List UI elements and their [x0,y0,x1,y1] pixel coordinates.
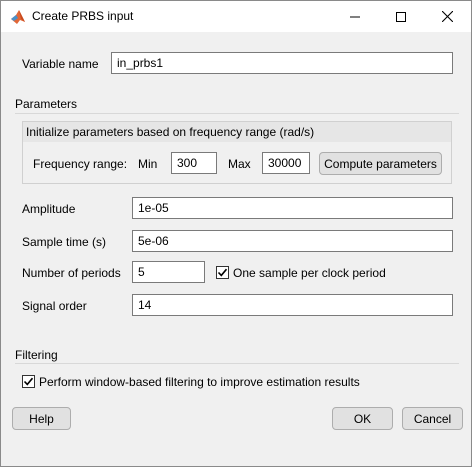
amplitude-label: Amplitude [22,202,76,216]
cancel-button[interactable]: Cancel [402,407,463,430]
variable-name-field[interactable]: in_prbs1 [111,52,453,74]
minimize-icon [350,16,360,17]
number-of-periods-field[interactable]: 5 [132,261,205,283]
minimize-button[interactable] [332,1,378,32]
one-sample-checkbox[interactable] [216,266,229,279]
signal-order-field[interactable]: 14 [132,294,453,316]
frequency-group-title: Initialize parameters based on frequency… [26,125,315,139]
ok-button[interactable]: OK [332,407,393,430]
max-frequency-field[interactable]: 30000 [262,152,310,174]
number-of-periods-label: Number of periods [22,266,121,280]
one-sample-label: One sample per clock period [233,266,386,280]
min-frequency-field[interactable]: 300 [171,152,217,174]
filtering-section-title: Filtering [15,348,58,362]
window-title: Create PRBS input [32,9,134,23]
filtering-separator [15,363,459,364]
matlab-logo-icon [11,10,25,24]
checkmark-icon [23,377,34,386]
variable-name-label: Variable name [22,57,99,71]
help-button[interactable]: Help [12,407,71,430]
checkmark-icon [217,268,228,277]
min-label: Min [138,157,158,171]
frequency-range-label: Frequency range: [33,157,128,171]
amplitude-field[interactable]: 1e-05 [132,197,453,219]
close-button[interactable] [424,1,470,32]
sample-time-field[interactable]: 5e-06 [132,230,453,252]
compute-parameters-button[interactable]: Compute parameters [319,152,442,175]
sample-time-label: Sample time (s) [22,235,107,249]
parameters-separator [15,113,459,114]
max-label: Max [228,157,251,171]
maximize-icon [396,11,406,22]
signal-order-label: Signal order [22,299,87,313]
window-filter-label: Perform window-based filtering to improv… [39,375,360,389]
window-filter-checkbox[interactable] [22,375,35,388]
parameters-section-title: Parameters [15,97,78,111]
title-bar: Create PRBS input [1,1,471,32]
maximize-button[interactable] [378,1,424,32]
close-icon [441,11,453,22]
create-prbs-dialog: Create PRBS input Variable name in_prbs1… [0,0,472,467]
